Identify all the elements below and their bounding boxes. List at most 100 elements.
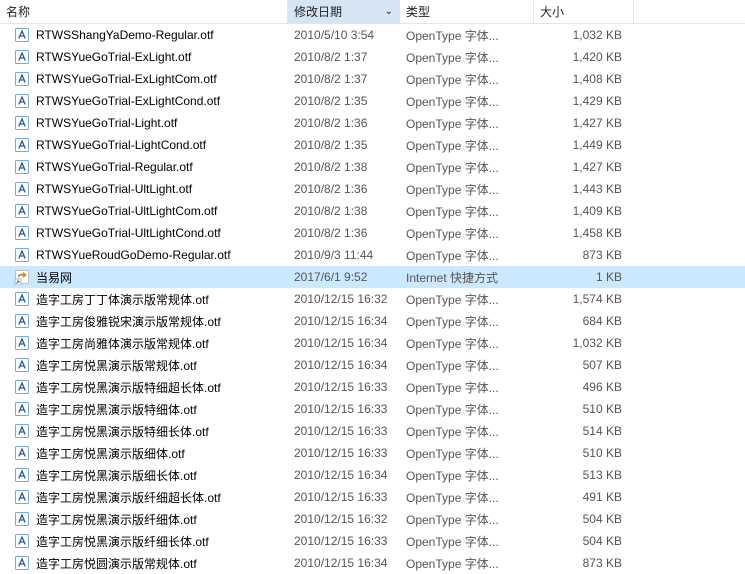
file-type-cell: OpenType 字体... — [400, 137, 534, 154]
column-header-row: 名称 修改日期 ⌄ 类型 大小 — [0, 0, 745, 24]
file-name-label: 造字工房悦黑演示版纤细长体.otf — [36, 533, 209, 550]
file-date-cell: 2010/12/15 16:34 — [288, 556, 400, 570]
file-row[interactable]: RTWSYueGoTrial-ExLightCom.otf2010/8/2 1:… — [0, 68, 745, 90]
file-row[interactable]: 造字工房悦黑演示版特细长体.otf2010/12/15 16:33OpenTyp… — [0, 420, 745, 442]
file-date-cell: 2010/12/15 16:34 — [288, 336, 400, 350]
file-list: 名称 修改日期 ⌄ 类型 大小 RTWSShangYaDemo-Regular.… — [0, 0, 745, 574]
column-header-name[interactable]: 名称 — [0, 0, 288, 23]
file-name-cell: 造字工房悦黑演示版特细长体.otf — [0, 423, 288, 440]
file-date-cell: 2010/12/15 16:33 — [288, 534, 400, 548]
file-date-cell: 2010/8/2 1:35 — [288, 94, 400, 108]
column-header-date[interactable]: 修改日期 ⌄ — [288, 0, 400, 23]
file-name-label: 造字工房悦黑演示版纤细超长体.otf — [36, 489, 221, 506]
file-type-cell: OpenType 字体... — [400, 423, 534, 440]
file-row[interactable]: RTWSYueGoTrial-ExLight.otf2010/8/2 1:37O… — [0, 46, 745, 68]
file-row[interactable]: RTWSYueGoTrial-LightCond.otf2010/8/2 1:3… — [0, 134, 745, 156]
file-row[interactable]: RTWSYueGoTrial-ExLightCond.otf2010/8/2 1… — [0, 90, 745, 112]
file-type-cell: OpenType 字体... — [400, 401, 534, 418]
file-name-label: RTWSYueGoTrial-ExLightCom.otf — [36, 72, 217, 86]
file-name-label: 造字工房悦黑演示版特细体.otf — [36, 401, 197, 418]
font-file-icon — [14, 445, 30, 461]
file-name-label: RTWSYueGoTrial-Light.otf — [36, 116, 177, 130]
font-file-icon — [14, 137, 30, 153]
file-size-cell: 1,408 KB — [534, 72, 634, 86]
file-name-cell: 造字工房悦黑演示版细体.otf — [0, 445, 288, 462]
file-name-label: 造字工房悦黑演示版细长体.otf — [36, 467, 197, 484]
file-row[interactable]: RTWSYueGoTrial-UltLightCom.otf2010/8/2 1… — [0, 200, 745, 222]
file-type-cell: OpenType 字体... — [400, 291, 534, 308]
file-size-cell: 514 KB — [534, 424, 634, 438]
file-row[interactable]: RTWSYueRoudGoDemo-Regular.otf2010/9/3 11… — [0, 244, 745, 266]
file-name-label: RTWSYueGoTrial-UltLightCond.otf — [36, 226, 221, 240]
font-file-icon — [14, 555, 30, 571]
file-name-cell: RTWSYueGoTrial-ExLight.otf — [0, 49, 288, 65]
file-name-cell: RTWSYueGoTrial-ExLightCom.otf — [0, 71, 288, 87]
file-type-cell: OpenType 字体... — [400, 115, 534, 132]
file-name-label: RTWSYueGoTrial-UltLight.otf — [36, 182, 192, 196]
file-row[interactable]: 造字工房悦黑演示版细体.otf2010/12/15 16:33OpenType … — [0, 442, 745, 464]
file-type-cell: OpenType 字体... — [400, 225, 534, 242]
file-name-label: 造字工房尚雅体演示版常规体.otf — [36, 335, 209, 352]
file-row[interactable]: 造字工房悦黑演示版纤细体.otf2010/12/15 16:32OpenType… — [0, 508, 745, 530]
font-file-icon — [14, 181, 30, 197]
column-header-size[interactable]: 大小 — [534, 0, 634, 23]
file-date-cell: 2010/12/15 16:33 — [288, 446, 400, 460]
file-size-cell: 1,420 KB — [534, 50, 634, 64]
file-size-cell: 1,032 KB — [534, 28, 634, 42]
file-row[interactable]: 当易网2017/6/1 9:52Internet 快捷方式1 KB — [0, 266, 745, 288]
file-type-cell: OpenType 字体... — [400, 335, 534, 352]
file-date-cell: 2010/12/15 16:33 — [288, 380, 400, 394]
font-file-icon — [14, 27, 30, 43]
file-name-cell: 造字工房悦圆演示版常规体.otf — [0, 555, 288, 572]
file-row[interactable]: 造字工房悦黑演示版纤细超长体.otf2010/12/15 16:33OpenTy… — [0, 486, 745, 508]
file-type-cell: OpenType 字体... — [400, 93, 534, 110]
file-name-label: 造字工房悦黑演示版特细超长体.otf — [36, 379, 221, 396]
file-row[interactable]: 造字工房悦黑演示版细长体.otf2010/12/15 16:34OpenType… — [0, 464, 745, 486]
font-file-icon — [14, 401, 30, 417]
file-date-cell: 2010/12/15 16:32 — [288, 512, 400, 526]
file-name-cell: RTWSYueGoTrial-UltLightCond.otf — [0, 225, 288, 241]
file-name-cell: 造字工房悦黑演示版细长体.otf — [0, 467, 288, 484]
file-date-cell: 2010/12/15 16:34 — [288, 314, 400, 328]
file-name-cell: RTWSYueGoTrial-ExLightCond.otf — [0, 93, 288, 109]
font-file-icon — [14, 225, 30, 241]
font-file-icon — [14, 467, 30, 483]
file-row[interactable]: 造字工房悦黑演示版常规体.otf2010/12/15 16:34OpenType… — [0, 354, 745, 376]
file-name-label: 造字工房丁丁体演示版常规体.otf — [36, 291, 209, 308]
column-header-size-label: 大小 — [540, 3, 564, 20]
file-row[interactable]: 造字工房悦黑演示版特细体.otf 2010/12/15 16:33OpenType… — [0, 398, 745, 420]
file-row[interactable]: RTWSYueGoTrial-UltLight.otf2010/8/2 1:36… — [0, 178, 745, 200]
column-header-date-label: 修改日期 — [294, 3, 342, 20]
file-date-cell: 2010/12/15 16:33 — [288, 402, 400, 416]
file-name-label: 造字工房俊雅锐宋演示版常规体.otf — [36, 313, 221, 330]
file-type-cell: OpenType 字体... — [400, 159, 534, 176]
file-name-cell: 造字工房丁丁体演示版常规体.otf — [0, 291, 288, 308]
file-row[interactable]: RTWSYueGoTrial-UltLightCond.otf2010/8/2 … — [0, 222, 745, 244]
file-date-cell: 2010/12/15 16:33 — [288, 424, 400, 438]
file-row[interactable]: 造字工房悦黑演示版纤细长体.otf2010/12/15 16:33OpenTyp… — [0, 530, 745, 552]
column-header-type[interactable]: 类型 — [400, 0, 534, 23]
file-name-label: RTWSYueGoTrial-LightCond.otf — [36, 138, 206, 152]
file-size-cell: 1,427 KB — [534, 160, 634, 174]
font-file-icon — [14, 247, 30, 263]
file-size-cell: 1,449 KB — [534, 138, 634, 152]
file-row[interactable]: 造字工房悦黑演示版特细超长体.otf2010/12/15 16:33OpenTy… — [0, 376, 745, 398]
font-file-icon — [14, 533, 30, 549]
file-row[interactable]: RTWSYueGoTrial-Light.otf2010/8/2 1:36Ope… — [0, 112, 745, 134]
file-date-cell: 2010/8/2 1:38 — [288, 204, 400, 218]
file-row[interactable]: RTWSYueGoTrial-Regular.otf2010/8/2 1:38O… — [0, 156, 745, 178]
file-rows: RTWSShangYaDemo-Regular.otf2010/5/10 3:5… — [0, 24, 745, 574]
file-size-cell: 496 KB — [534, 380, 634, 394]
file-name-cell: 当易网 — [0, 269, 288, 286]
file-date-cell: 2010/8/2 1:37 — [288, 50, 400, 64]
file-date-cell: 2010/12/15 16:34 — [288, 468, 400, 482]
file-date-cell: 2017/6/1 9:52 — [288, 270, 400, 284]
file-date-cell: 2010/5/10 3:54 — [288, 28, 400, 42]
file-date-cell: 2010/8/2 1:38 — [288, 160, 400, 174]
font-file-icon — [14, 313, 30, 329]
file-row[interactable]: 造字工房俊雅锐宋演示版常规体.otf2010/12/15 16:34OpenTy… — [0, 310, 745, 332]
file-row[interactable]: RTWSShangYaDemo-Regular.otf2010/5/10 3:5… — [0, 24, 745, 46]
file-row[interactable]: 造字工房尚雅体演示版常规体.otf 2010/12/15 16:34OpenTyp… — [0, 332, 745, 354]
file-row[interactable]: 造字工房丁丁体演示版常规体.otf2010/12/15 16:32OpenTyp… — [0, 288, 745, 310]
file-name-label: 造字工房悦黑演示版纤细体.otf — [36, 511, 197, 528]
